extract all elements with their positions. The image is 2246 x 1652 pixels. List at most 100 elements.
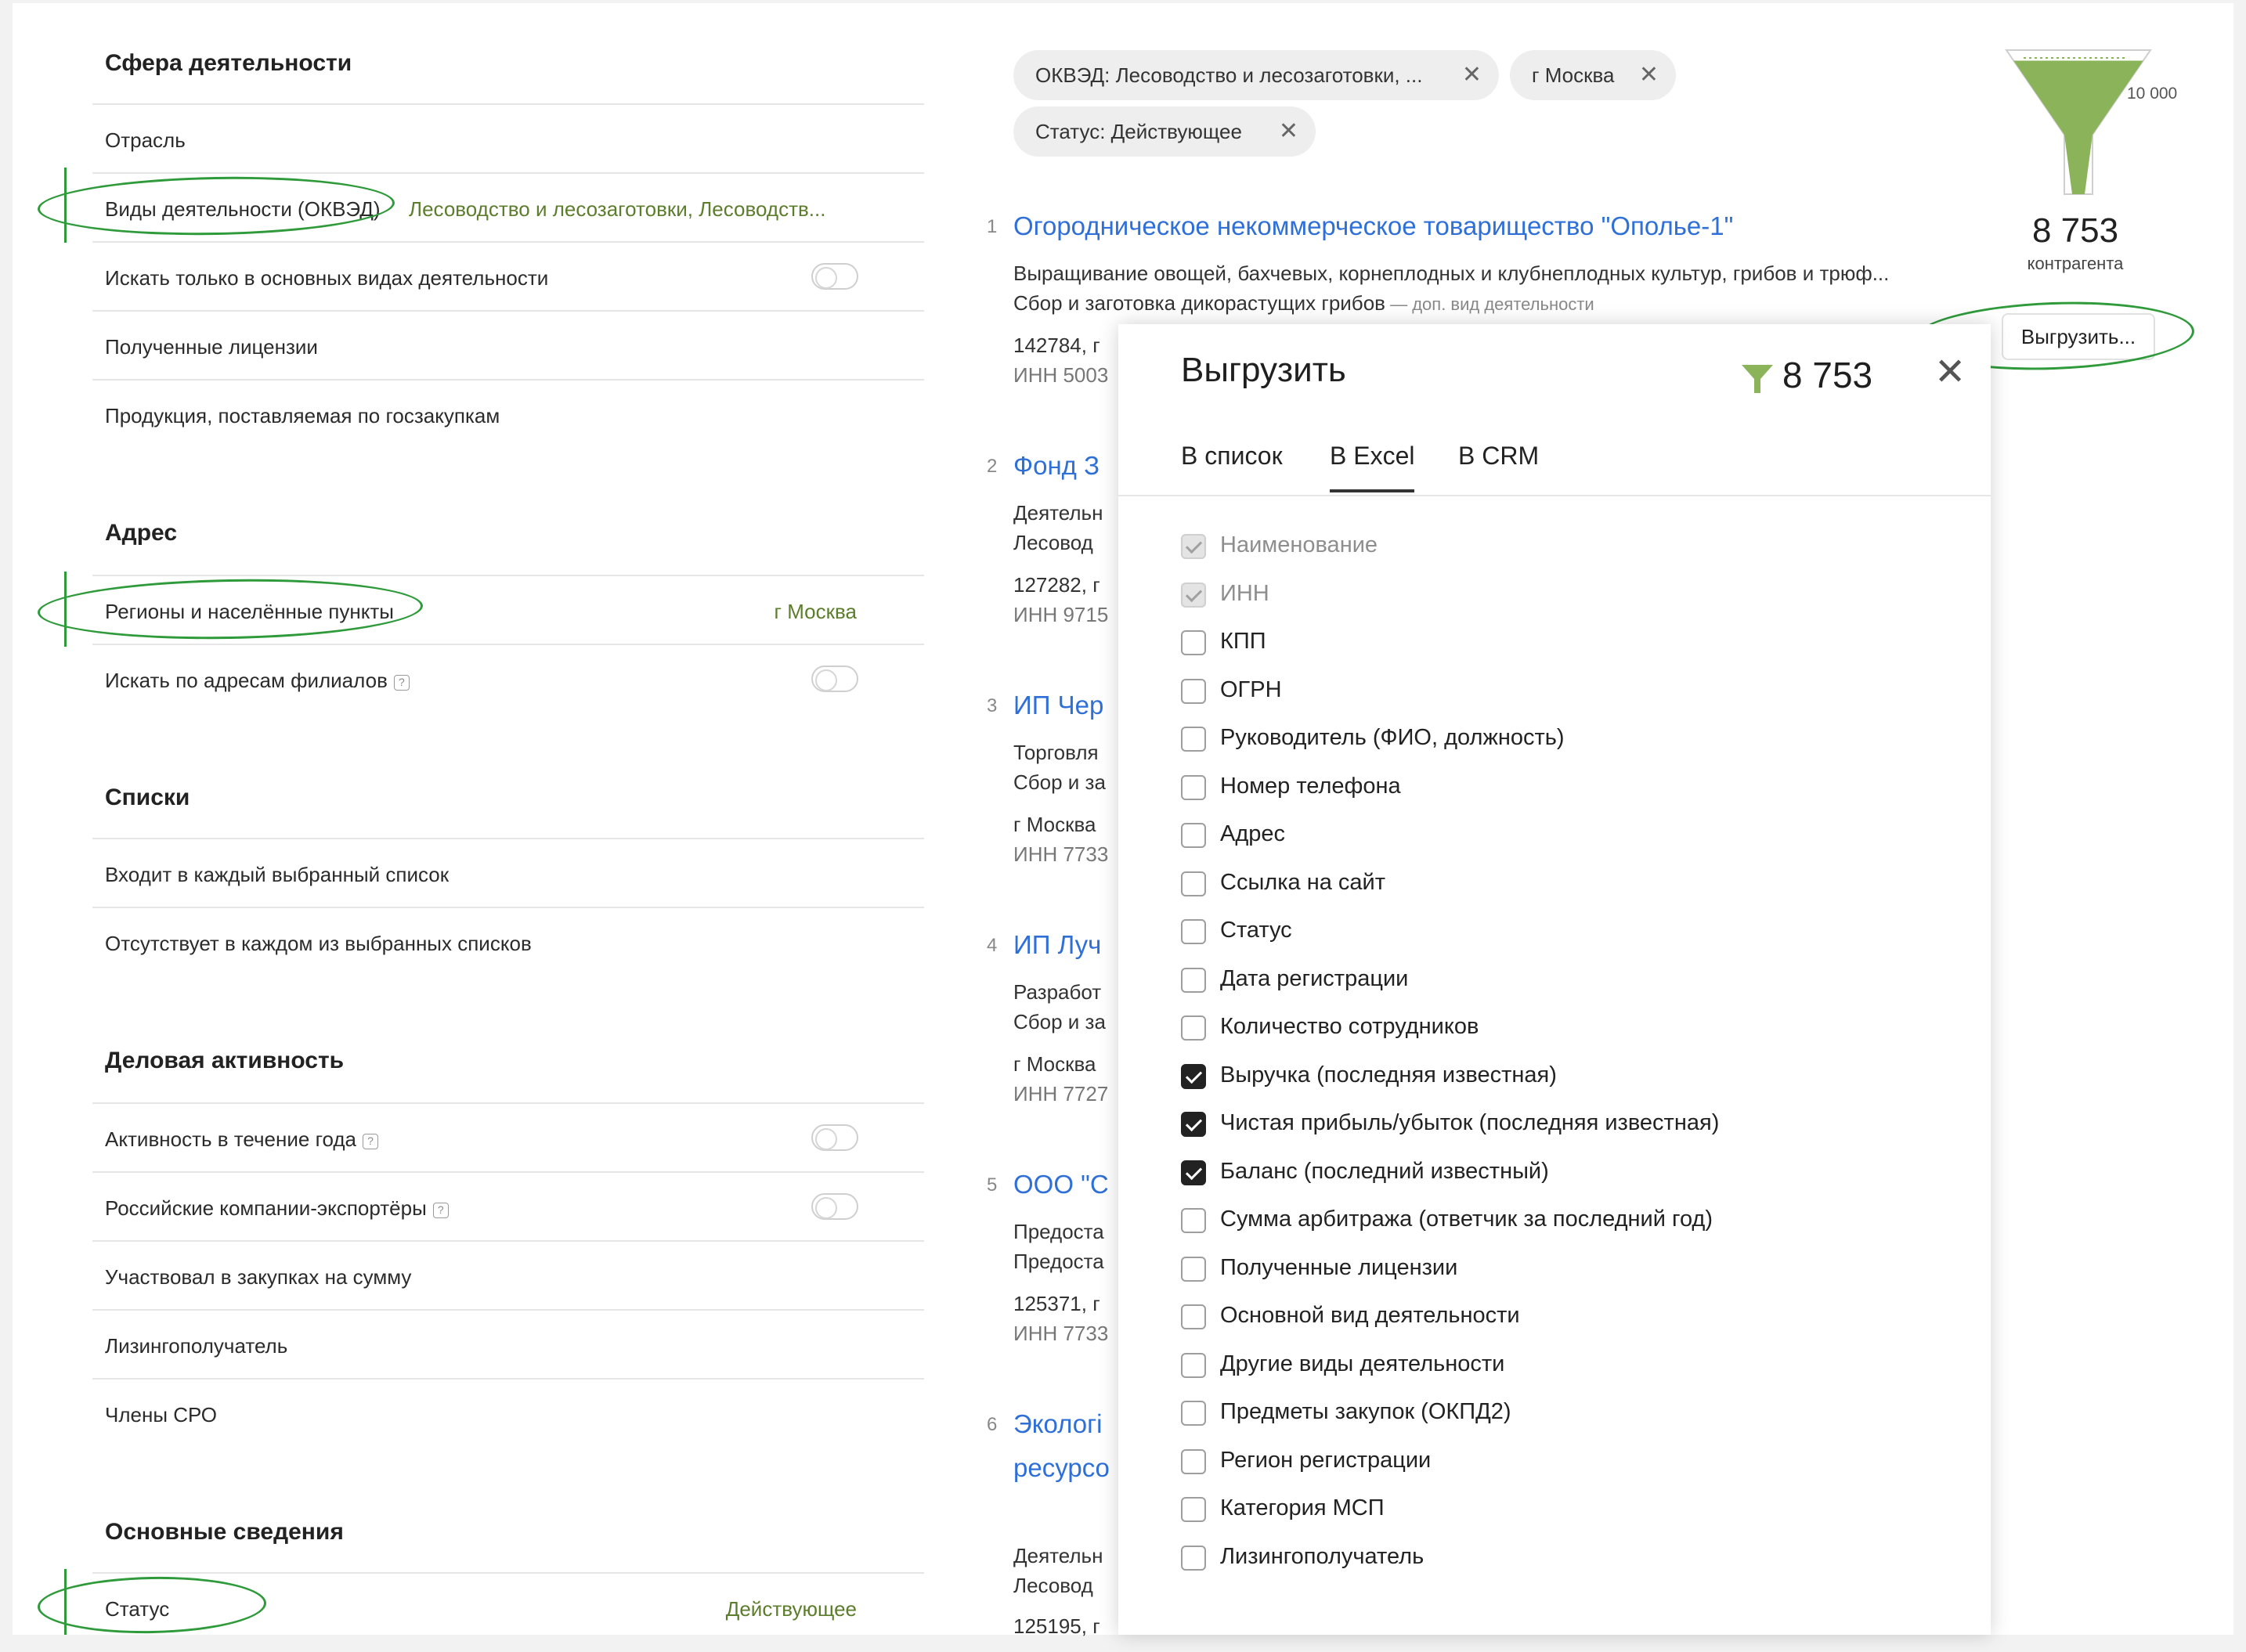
result-number: 5 bbox=[987, 1174, 998, 1196]
export-option-label: Сумма арбитража (ответчик за последний г… bbox=[1220, 1207, 1713, 1232]
result-address: 125371, г bbox=[1013, 1292, 1100, 1315]
tab-to-list[interactable]: В список bbox=[1181, 442, 1283, 471]
help-icon[interactable]: ? bbox=[432, 1203, 449, 1218]
chip-label: ОКВЭД: Лесоводство и лесозаготовки, ... bbox=[1035, 63, 1423, 87]
funnel-fill bbox=[2013, 60, 2143, 195]
result-activity: Сбор и за bbox=[1013, 770, 1106, 794]
filter-leasing[interactable]: Лизингополучатель bbox=[92, 1309, 924, 1378]
close-icon[interactable]: ✕ bbox=[1639, 50, 1659, 100]
close-icon[interactable]: ✕ bbox=[1279, 106, 1298, 157]
tab-to-crm[interactable]: В CRM bbox=[1458, 442, 1539, 471]
result-number: 6 bbox=[987, 1414, 998, 1435]
close-icon[interactable]: ✕ bbox=[1462, 50, 1482, 100]
help-icon[interactable]: ? bbox=[393, 675, 410, 691]
checkbox[interactable] bbox=[1181, 1304, 1206, 1329]
export-option-label: Категория МСП bbox=[1220, 1495, 1385, 1520]
export-modal: В список В Excel В CRM Выгрузить 8 753 ✕… bbox=[1118, 324, 1991, 1635]
checkbox[interactable] bbox=[1181, 1352, 1206, 1378]
checkbox[interactable] bbox=[1181, 1160, 1206, 1185]
export-button[interactable]: Выгрузить... bbox=[2002, 313, 2155, 360]
filter-value-okved: Лесоводство и лесозаготовки, Лесоводств.… bbox=[409, 197, 826, 221]
checkbox[interactable] bbox=[1181, 871, 1206, 896]
filter-okved[interactable]: Виды деятельности (ОКВЭД) Лесоводство и … bbox=[92, 172, 924, 241]
filter-procurement[interactable]: Участвовал в закупках на сумму bbox=[92, 1240, 924, 1309]
filter-label: Искать только в основных видах деятельно… bbox=[105, 266, 549, 290]
result-activity: Лесовод bbox=[1013, 531, 1093, 554]
result-activity: Деятельн bbox=[1013, 1544, 1103, 1567]
close-icon[interactable]: ✕ bbox=[1934, 354, 1966, 391]
checkbox[interactable] bbox=[1181, 1015, 1206, 1041]
checkbox[interactable] bbox=[1181, 823, 1206, 848]
checkbox[interactable] bbox=[1181, 1208, 1206, 1233]
result-title-link-line2[interactable]: ресурсо bbox=[1013, 1453, 1110, 1483]
modal-count: 8 753 bbox=[1782, 355, 1873, 395]
result-inn: ИНН 7733 bbox=[1013, 1322, 1109, 1345]
checkbox[interactable] bbox=[1181, 1448, 1206, 1474]
section-title-basic: Основные сведения bbox=[105, 1519, 344, 1545]
main-activity-toggle[interactable] bbox=[811, 263, 858, 290]
export-option-label: Регион регистрации bbox=[1220, 1447, 1432, 1473]
filter-label: Члены СРО bbox=[105, 1403, 217, 1427]
result-number: 2 bbox=[987, 456, 998, 477]
filter-goszakupki[interactable]: Продукция, поставляемая по госзакупкам bbox=[92, 379, 924, 448]
result-title-link[interactable]: ИП Луч bbox=[1013, 930, 1101, 960]
tab-to-excel[interactable]: В Excel bbox=[1330, 442, 1415, 492]
result-address: г Москва bbox=[1013, 813, 1096, 836]
export-option-label: Наименование bbox=[1220, 532, 1378, 557]
branches-toggle[interactable] bbox=[811, 665, 858, 692]
export-option-label: Чистая прибыль/убыток (последняя известн… bbox=[1220, 1110, 1720, 1135]
checkbox[interactable] bbox=[1181, 774, 1206, 800]
checkbox[interactable] bbox=[1181, 1545, 1206, 1571]
exporters-toggle[interactable] bbox=[811, 1193, 858, 1220]
checkbox[interactable] bbox=[1181, 1497, 1206, 1522]
result-address: г Москва bbox=[1013, 1052, 1096, 1076]
checkbox[interactable] bbox=[1181, 1256, 1206, 1282]
export-option-label: Статус bbox=[1220, 918, 1292, 943]
annotation-tick bbox=[64, 168, 67, 243]
checkbox[interactable] bbox=[1181, 1112, 1206, 1137]
export-option-label: ОГРН bbox=[1220, 676, 1282, 702]
filter-status[interactable]: Статус Действующее bbox=[92, 1572, 924, 1641]
help-icon[interactable]: ? bbox=[363, 1134, 379, 1149]
result-title-link[interactable]: ИП Чер bbox=[1013, 691, 1103, 720]
activity-year-toggle[interactable] bbox=[811, 1124, 858, 1151]
checkbox[interactable] bbox=[1181, 967, 1206, 993]
filter-label: Виды деятельности (ОКВЭД) bbox=[105, 197, 381, 221]
result-activity: Предоста bbox=[1013, 1220, 1104, 1243]
export-option-label: Выручка (последняя известная) bbox=[1220, 1062, 1557, 1088]
filter-regions[interactable]: Регионы и населённые пункты г Москва bbox=[92, 575, 924, 644]
filter-value-status: Действующее bbox=[725, 1597, 857, 1621]
filter-lists-in-each[interactable]: Входит в каждый выбранный список bbox=[92, 838, 924, 907]
export-option-label: Ссылка на сайт bbox=[1220, 869, 1386, 895]
filter-label-text: Российские компании-экспортёры bbox=[105, 1196, 427, 1220]
filter-label: Отрасль bbox=[105, 128, 186, 152]
result-title-link[interactable]: ООО "С bbox=[1013, 1170, 1109, 1199]
checkbox[interactable] bbox=[1181, 1401, 1206, 1426]
checkbox[interactable] bbox=[1181, 1063, 1206, 1089]
chip-label: Статус: Действующее bbox=[1035, 120, 1242, 143]
checkbox[interactable] bbox=[1181, 630, 1206, 655]
checkbox[interactable] bbox=[1181, 678, 1206, 704]
result-title-link[interactable]: Экологі bbox=[1013, 1409, 1103, 1439]
checkbox[interactable] bbox=[1181, 919, 1206, 944]
filter-industry[interactable]: Отрасль bbox=[92, 103, 924, 172]
result-title-link[interactable]: Огородническое некоммерческое товарищест… bbox=[1013, 211, 1733, 241]
result-title-link[interactable]: Фонд З bbox=[1013, 451, 1100, 481]
filter-label: Лизингополучатель bbox=[105, 1334, 288, 1358]
chip-city: г Москва ✕ bbox=[1510, 50, 1676, 100]
checkbox[interactable] bbox=[1181, 727, 1206, 752]
filter-licenses[interactable]: Полученные лицензии bbox=[92, 310, 924, 379]
checkbox bbox=[1181, 534, 1206, 559]
filter-main-activity-only: Искать только в основных видах деятельно… bbox=[92, 241, 924, 310]
result-inn: ИНН 5003 bbox=[1013, 363, 1109, 387]
filter-sro[interactable]: Члены СРО bbox=[92, 1378, 924, 1447]
filter-label: Искать по адресам филиалов? bbox=[105, 669, 410, 693]
result-activity: Предоста bbox=[1013, 1250, 1104, 1273]
export-option-label: КПП bbox=[1220, 629, 1266, 654]
filter-lists-absent[interactable]: Отсутствует в каждом из выбранных списко… bbox=[92, 907, 924, 976]
result-number: 4 bbox=[987, 935, 998, 956]
result-activity: Выращивание овощей, бахчевых, корнеплодн… bbox=[1013, 262, 1890, 285]
export-option-label: Лизингополучатель bbox=[1220, 1543, 1425, 1569]
export-option-label: Дата регистрации bbox=[1220, 965, 1409, 991]
result-inn: ИНН 9715 bbox=[1013, 603, 1109, 626]
